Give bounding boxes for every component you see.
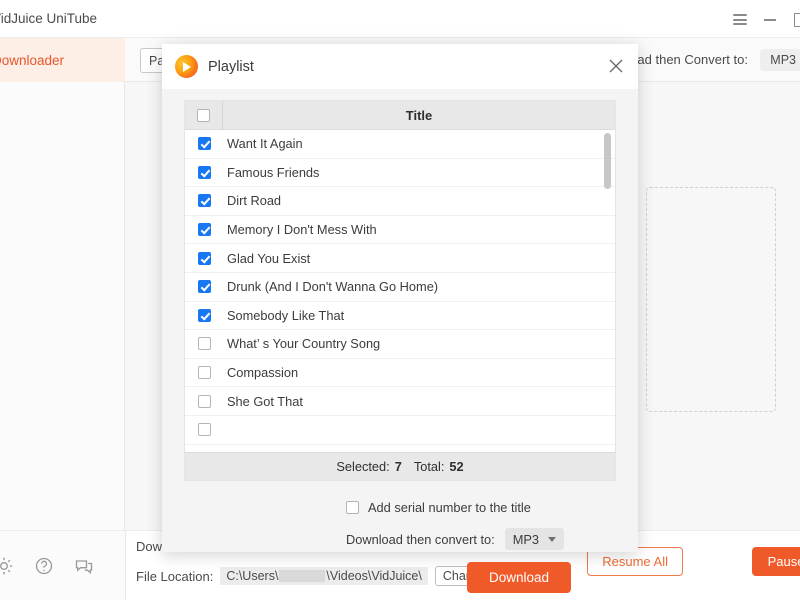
chevron-down-icon: [548, 536, 556, 542]
row-checkbox[interactable]: [197, 280, 211, 294]
row-checkbox[interactable]: [197, 337, 211, 351]
table-row[interactable]: Famous Friends: [185, 159, 615, 188]
selected-count: 7: [394, 459, 402, 474]
row-checkbox[interactable]: [197, 223, 211, 237]
table-row[interactable]: Compassion: [185, 359, 615, 388]
minimize-icon[interactable]: [762, 11, 778, 27]
row-checkbox[interactable]: [197, 165, 211, 179]
select-all-checkbox[interactable]: [197, 108, 210, 122]
file-location-row: File Location: C:\Users\ \Videos\VidJuic…: [136, 566, 519, 586]
row-checkbox[interactable]: [197, 137, 211, 151]
feedback-icon[interactable]: [74, 556, 94, 576]
dialog-format-value: MP3: [512, 531, 539, 547]
total-label: Total:: [413, 459, 445, 474]
dialog-format-select[interactable]: MP3: [504, 528, 564, 550]
add-serial-number-checkbox[interactable]: [346, 501, 359, 514]
file-location-path[interactable]: C:\Users\ \Videos\VidJuice\: [220, 567, 428, 585]
file-path-suffix: \Videos\VidJuice\: [326, 569, 422, 583]
select-all-cell[interactable]: [185, 101, 223, 130]
file-location-label: File Location:: [136, 568, 214, 584]
vidjuice-logo-icon: [175, 55, 198, 78]
row-checkbox-cell[interactable]: [185, 251, 223, 265]
row-checkbox-cell[interactable]: [185, 194, 223, 208]
close-icon[interactable]: [606, 56, 626, 76]
table-header-row: Title: [185, 101, 615, 130]
window-controls: [732, 11, 800, 27]
row-checkbox[interactable]: [197, 194, 211, 208]
row-title: Compassion: [227, 365, 299, 381]
row-checkbox-cell[interactable]: [185, 308, 223, 322]
row-title: Glad You Exist: [227, 250, 311, 266]
row-checkbox-cell[interactable]: [185, 394, 223, 408]
row-checkbox-cell[interactable]: [185, 280, 223, 294]
dialog-title: Playlist: [208, 58, 254, 75]
table-row[interactable]: Memory I Don't Mess With: [185, 216, 615, 245]
row-checkbox[interactable]: [197, 394, 211, 408]
brightness-icon[interactable]: [0, 556, 14, 576]
row-checkbox[interactable]: [197, 423, 211, 437]
table-footer: Selected: 7 Total: 52: [185, 452, 615, 480]
add-serial-number-option[interactable]: Add serial number to the title: [346, 500, 531, 515]
row-title: Famous Friends: [227, 164, 320, 180]
row-title: Dirt Road: [227, 193, 282, 209]
sidebar: Downloader: [0, 38, 125, 600]
table-row[interactable]: Drunk (And I Don't Wanna Go Home): [185, 273, 615, 302]
row-checkbox[interactable]: [197, 366, 211, 380]
table-body[interactable]: Want It Again Famous Friends Dirt Road Memo…: [185, 130, 615, 452]
row-checkbox-cell[interactable]: [185, 223, 223, 237]
convert-format-select[interactable]: MP3: [760, 49, 800, 71]
downloading-label: Dow: [136, 539, 163, 554]
sidebar-item-downloader[interactable]: Downloader: [0, 38, 125, 82]
dialog-header: Playlist: [162, 44, 638, 89]
sidebar-item-label: Downloader: [0, 52, 65, 68]
row-checkbox-cell[interactable]: [185, 423, 223, 437]
row-title: Drunk (And I Don't Wanna Go Home): [227, 279, 439, 295]
list-scrollbar[interactable]: [604, 131, 613, 449]
help-icon[interactable]: [34, 556, 54, 576]
drop-zone[interactable]: [646, 187, 776, 412]
column-header-title: Title: [405, 107, 433, 123]
row-checkbox-cell[interactable]: [185, 137, 223, 151]
row-title: She Got That: [227, 393, 303, 409]
download-button[interactable]: Download: [466, 562, 572, 593]
table-row[interactable]: Dirt Road: [185, 187, 615, 216]
dialog-convert-label: Download then convert to:: [346, 531, 495, 547]
row-checkbox-cell[interactable]: [185, 165, 223, 179]
table-row[interactable]: She Got That: [185, 387, 615, 416]
table-row[interactable]: Want It Again: [185, 130, 615, 159]
file-path-redacted: [279, 570, 326, 582]
add-serial-number-label: Add serial number to the title: [368, 500, 531, 515]
row-checkbox[interactable]: [197, 308, 211, 322]
row-checkbox[interactable]: [197, 251, 211, 265]
row-title: What’ s Your Country Song: [227, 336, 381, 352]
app-title: VidJuice UniTube: [0, 11, 98, 26]
playlist-table: Title Want It Again Famous Friends Dirt Ro…: [184, 100, 616, 481]
bottom-left-rail: [0, 530, 126, 600]
table-row[interactable]: [185, 416, 615, 445]
row-checkbox-cell[interactable]: [185, 337, 223, 351]
dialog-convert-row: Download then convert to: MP3: [346, 528, 564, 550]
application-window: VidJuice UniTube Downloader Pa Download …: [0, 0, 800, 600]
row-checkbox-cell[interactable]: [185, 366, 223, 380]
row-title: Memory I Don't Mess With: [227, 222, 377, 238]
menu-icon[interactable]: [732, 11, 748, 27]
row-title: Want It Again: [227, 136, 303, 152]
table-row[interactable]: What’ s Your Country Song: [185, 330, 615, 359]
maximize-icon[interactable]: [792, 11, 800, 27]
file-path-prefix: C:\Users\: [226, 569, 279, 583]
pause-all-button[interactable]: Pause A: [751, 547, 800, 576]
playlist-dialog: Playlist Title Want It Again Famous Frien…: [162, 44, 638, 593]
selected-label: Selected:: [336, 459, 390, 474]
table-row[interactable]: Glad You Exist: [185, 244, 615, 273]
title-bar: VidJuice UniTube: [0, 0, 800, 38]
scrollbar-thumb[interactable]: [604, 133, 611, 189]
table-row[interactable]: Somebody Like That: [185, 302, 615, 331]
row-title: Somebody Like That: [227, 307, 345, 323]
total-count: 52: [449, 459, 464, 474]
